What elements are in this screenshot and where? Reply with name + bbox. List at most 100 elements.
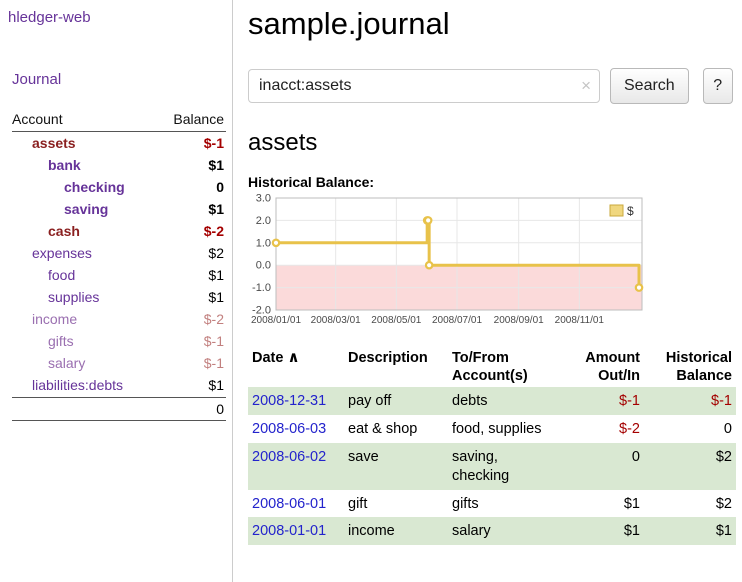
balance-column-header-main: Historical Balance xyxy=(644,347,736,387)
register-description: eat & shop xyxy=(344,415,448,443)
date-column-header[interactable]: Date ∧ xyxy=(248,347,344,387)
sidebar-account-row: income $-2 xyxy=(12,308,226,330)
register-date-link[interactable]: 2008-12-31 xyxy=(252,393,326,409)
accounts-column-header: To/From Account(s) xyxy=(448,347,558,387)
register-date-cell: 2008-01-01 xyxy=(248,517,344,545)
search-row: × Search ? xyxy=(248,68,742,104)
svg-text:2008/07/01: 2008/07/01 xyxy=(432,315,482,326)
sidebar-account-row: salary $-1 xyxy=(12,352,226,374)
sidebar-account-balance: $1 xyxy=(208,377,226,393)
register-date-link[interactable]: 2008-06-02 xyxy=(252,449,326,465)
register-balance: $2 xyxy=(644,490,736,518)
register-header-row: Date ∧ Description To/From Account(s) Am… xyxy=(248,347,736,387)
svg-text:-1.0: -1.0 xyxy=(252,282,271,294)
sidebar-account-link[interactable]: cash xyxy=(12,223,80,239)
register-row: 2008-06-03 eat & shop food, supplies $-2… xyxy=(248,415,736,443)
sidebar-account-link[interactable]: assets xyxy=(12,135,76,151)
sidebar-account-row: checking 0 xyxy=(12,176,226,198)
svg-text:1.0: 1.0 xyxy=(256,237,271,249)
register-description: pay off xyxy=(344,387,448,415)
sidebar-account-balance: $-2 xyxy=(204,223,226,239)
clear-search-icon[interactable]: × xyxy=(581,76,591,96)
search-button[interactable]: Search xyxy=(610,68,689,104)
sidebar-account-link[interactable]: food xyxy=(12,267,75,283)
balance-column-header: Balance xyxy=(173,111,224,127)
register-row: 2008-06-01 gift gifts $1 $2 xyxy=(248,490,736,518)
total-balance: 0 xyxy=(216,401,224,417)
sidebar-account-link[interactable]: saving xyxy=(12,201,108,217)
historical-balance-chart: $3.02.01.00.0-1.0-2.02008/01/012008/03/0… xyxy=(248,194,742,335)
help-button[interactable]: ? xyxy=(703,68,733,104)
sidebar-account-row: supplies $1 xyxy=(12,286,226,308)
sidebar-account-link[interactable]: income xyxy=(12,311,77,327)
register-date-cell: 2008-06-03 xyxy=(248,415,344,443)
register-date-cell: 2008-06-01 xyxy=(248,490,344,518)
sidebar-account-balance: $-1 xyxy=(204,135,226,151)
register-date-link[interactable]: 2008-01-01 xyxy=(252,523,326,539)
register-accounts: food, supplies xyxy=(448,415,558,443)
svg-text:2008/09/01: 2008/09/01 xyxy=(494,315,544,326)
sidebar-account-row: expenses $2 xyxy=(12,242,226,264)
sidebar-account-link[interactable]: bank xyxy=(12,157,81,173)
sidebar-account-row: assets $-1 xyxy=(12,132,226,154)
register-balance: 0 xyxy=(644,415,736,443)
sidebar-account-balance: $1 xyxy=(208,267,226,283)
register-amount: $-1 xyxy=(558,387,644,415)
search-input[interactable] xyxy=(248,69,600,103)
account-balance-table: Account Balance assets $-1 bank $1 check… xyxy=(12,111,226,421)
account-table-header: Account Balance xyxy=(12,111,226,132)
sidebar-account-link[interactable]: supplies xyxy=(12,289,99,305)
register-accounts: gifts xyxy=(448,490,558,518)
svg-text:2008/05/01: 2008/05/01 xyxy=(371,315,421,326)
chart-svg: $3.02.01.00.0-1.0-2.02008/01/012008/03/0… xyxy=(248,194,652,330)
sidebar-account-link[interactable]: gifts xyxy=(12,333,74,349)
sidebar-total-row: 0 xyxy=(12,397,226,421)
sidebar-account-link[interactable]: liabilities:debts xyxy=(12,377,123,393)
svg-text:2008/11/01: 2008/11/01 xyxy=(555,315,605,326)
svg-text:2.0: 2.0 xyxy=(256,215,271,227)
register-row: 2008-12-31 pay off debts $-1 $-1 xyxy=(248,387,736,415)
sidebar-account-row: liabilities:debts $1 xyxy=(12,374,226,396)
sidebar-account-balance: 0 xyxy=(216,179,226,195)
register-amount: 0 xyxy=(558,443,644,490)
svg-text:3.0: 3.0 xyxy=(256,194,271,205)
app-title-link[interactable]: hledger-web xyxy=(8,9,232,26)
sort-ascending-icon[interactable]: ∧ xyxy=(287,349,299,366)
search-box: × xyxy=(248,69,600,103)
account-column-header: Account xyxy=(12,111,63,127)
sidebar-account-balance: $1 xyxy=(208,201,226,217)
register-accounts: salary xyxy=(448,517,558,545)
date-header-label: Date xyxy=(252,350,283,366)
svg-text:2008/03/01: 2008/03/01 xyxy=(311,315,361,326)
register-amount: $-2 xyxy=(558,415,644,443)
sidebar-account-balance: $2 xyxy=(208,245,226,261)
sidebar-account-row: gifts $-1 xyxy=(12,330,226,352)
svg-text:$: $ xyxy=(627,204,634,218)
sidebar-account-link[interactable]: salary xyxy=(12,355,85,371)
register-description: gift xyxy=(344,490,448,518)
register-amount: $1 xyxy=(558,490,644,518)
svg-text:0.0: 0.0 xyxy=(256,260,271,272)
sidebar-account-balance: $1 xyxy=(208,157,226,173)
sidebar-account-balance: $1 xyxy=(208,289,226,305)
register-balance: $-1 xyxy=(644,387,736,415)
register-description: income xyxy=(344,517,448,545)
sidebar-account-row: food $1 xyxy=(12,264,226,286)
sidebar-account-row: bank $1 xyxy=(12,154,226,176)
journal-link[interactable]: Journal xyxy=(12,71,232,88)
register-date-link[interactable]: 2008-06-03 xyxy=(252,421,326,437)
register-accounts: saving, checking xyxy=(448,443,558,490)
register-accounts: debts xyxy=(448,387,558,415)
sidebar-account-link[interactable]: checking xyxy=(12,179,125,195)
register-table: Date ∧ Description To/From Account(s) Am… xyxy=(248,347,736,545)
register-date-cell: 2008-06-02 xyxy=(248,443,344,490)
svg-text:2008/01/01: 2008/01/01 xyxy=(251,315,301,326)
register-row: 2008-01-01 income salary $1 $1 xyxy=(248,517,736,545)
register-balance: $1 xyxy=(644,517,736,545)
register-balance: $2 xyxy=(644,443,736,490)
account-rows: assets $-1 bank $1 checking 0 saving $1 … xyxy=(12,132,226,396)
register-date-link[interactable]: 2008-06-01 xyxy=(252,496,326,512)
sidebar-account-balance: $-2 xyxy=(204,311,226,327)
sidebar-account-link[interactable]: expenses xyxy=(12,245,92,261)
description-column-header: Description xyxy=(344,347,448,387)
